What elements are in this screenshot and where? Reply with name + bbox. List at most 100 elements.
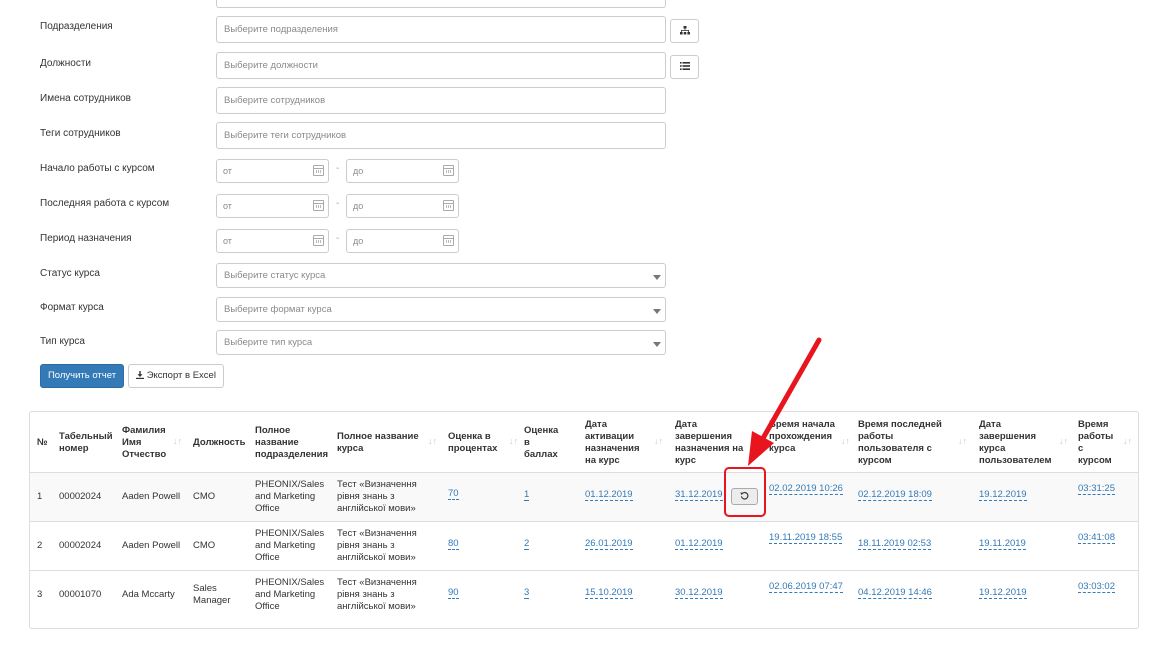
filter-label: Подразделения bbox=[40, 21, 113, 32]
course-type-select[interactable]: Выберите тип курса bbox=[216, 330, 666, 355]
report-table: № Табельный номер Фамилия Имя Отчество ↓… bbox=[29, 411, 1139, 629]
assign-end-date-link[interactable]: 01.12.2019 bbox=[675, 538, 723, 550]
points-link[interactable]: 2 bbox=[524, 538, 530, 550]
cell-num: 2 bbox=[37, 540, 43, 551]
last-work-time-link[interactable]: 02.12.2019 18:09 bbox=[858, 489, 932, 501]
filter-row-course-last: Последняя работа с курсом от - до bbox=[0, 194, 720, 224]
calendar-icon[interactable] bbox=[443, 200, 454, 211]
header-last-work-time[interactable]: Время последней работы пользователя с ку… bbox=[858, 419, 948, 467]
filter-label: Теги сотрудников bbox=[40, 128, 121, 139]
last-work-time-link[interactable]: 04.12.2019 14:46 bbox=[858, 587, 932, 599]
start-time-link[interactable]: 19.11.2019 18:55 bbox=[769, 532, 843, 544]
work-time-link[interactable]: 03:41:08 bbox=[1078, 532, 1115, 544]
cell-full-name: Ada Mccarty bbox=[122, 589, 175, 600]
date-to-input[interactable]: до bbox=[346, 229, 459, 253]
header-start-time[interactable]: Время начала прохождения курса bbox=[769, 419, 841, 455]
header-assign-end-date[interactable]: Дата завершения назначения на курс bbox=[675, 419, 747, 467]
last-work-time-link[interactable]: 18.11.2019 02:53 bbox=[858, 538, 932, 550]
cell-course: Тест «Визначення рівня знань з англійськ… bbox=[337, 479, 417, 514]
chevron-down-icon bbox=[653, 309, 661, 314]
cell-position: CMO bbox=[193, 540, 216, 551]
date-from-input[interactable]: от bbox=[216, 194, 329, 218]
filter-label: Начало работы с курсом bbox=[40, 163, 155, 174]
percent-link[interactable]: 90 bbox=[448, 587, 459, 599]
calendar-icon[interactable] bbox=[313, 235, 324, 246]
activation-date-link[interactable]: 15.10.2019 bbox=[585, 587, 633, 599]
sort-icon[interactable]: ↓↑ bbox=[173, 436, 182, 446]
filter-row-assign-period: Период назначения от - до bbox=[0, 229, 720, 259]
select-placeholder: Выберите статус курса bbox=[224, 270, 326, 281]
sort-icon[interactable]: ↓↑ bbox=[1059, 436, 1068, 446]
points-link[interactable]: 1 bbox=[524, 489, 530, 501]
filter-label: Статус курса bbox=[40, 268, 100, 279]
list-button[interactable] bbox=[670, 55, 699, 79]
export-excel-button[interactable]: Экспорт в Excel bbox=[128, 364, 224, 388]
employee-tags-input[interactable]: Выберите теги сотрудников bbox=[216, 122, 666, 149]
previous-filter-input[interactable] bbox=[216, 0, 666, 8]
cell-department: PHEONIX/Sales and Marketing Office bbox=[255, 528, 325, 563]
header-percent[interactable]: Оценка в процентах bbox=[448, 431, 508, 455]
header-work-time[interactable]: Время работы с курсом bbox=[1078, 419, 1118, 467]
points-link[interactable]: 3 bbox=[524, 587, 530, 599]
header-tab-number[interactable]: Табельный номер bbox=[59, 431, 113, 455]
sort-icon[interactable]: ↓↑ bbox=[509, 436, 518, 446]
start-time-link[interactable]: 02.06.2019 07:47 bbox=[769, 581, 843, 593]
work-time-link[interactable]: 03:31:25 bbox=[1078, 483, 1115, 495]
chevron-down-icon bbox=[653, 342, 661, 347]
date-to-input[interactable]: до bbox=[346, 194, 459, 218]
calendar-icon[interactable] bbox=[313, 165, 324, 176]
assign-end-date-link[interactable]: 30.12.2019 bbox=[675, 587, 723, 599]
cell-tab-number: 00002024 bbox=[59, 540, 102, 551]
cell-department: PHEONIX/Sales and Marketing Office bbox=[255, 479, 325, 514]
course-status-select[interactable]: Выберите статус курса bbox=[216, 263, 666, 288]
sort-icon[interactable]: ↓↑ bbox=[654, 436, 663, 446]
filter-label: Имена сотрудников bbox=[40, 93, 131, 104]
filter-label: Должности bbox=[40, 58, 92, 69]
sort-icon[interactable]: ↓↑ bbox=[428, 436, 437, 446]
sort-icon[interactable]: ↓↑ bbox=[958, 436, 967, 446]
positions-input[interactable]: Выберите должности bbox=[216, 52, 666, 79]
start-time-link[interactable]: 02.02.2019 10:26 bbox=[769, 483, 843, 495]
header-points[interactable]: Оценка в баллах bbox=[524, 425, 562, 461]
activation-date-link[interactable]: 01.12.2019 bbox=[585, 489, 633, 501]
calendar-icon[interactable] bbox=[313, 200, 324, 211]
select-placeholder: Выберите тип курса bbox=[224, 337, 313, 348]
date-to-input[interactable]: до bbox=[346, 159, 459, 183]
header-num[interactable]: № bbox=[37, 437, 48, 449]
course-end-date-link[interactable]: 19.11.2019 bbox=[979, 538, 1026, 550]
filter-label: Последняя работа с курсом bbox=[40, 198, 170, 209]
header-department[interactable]: Полное название подразделения bbox=[255, 425, 329, 461]
annotation-highlight-box bbox=[724, 467, 766, 517]
assign-end-date-link[interactable]: 31.12.2019 bbox=[675, 489, 723, 501]
header-course-end-date[interactable]: Дата завершения курса пользователем bbox=[979, 419, 1057, 467]
header-activation-date[interactable]: Дата активации назначения на курс bbox=[585, 419, 647, 467]
calendar-icon[interactable] bbox=[443, 235, 454, 246]
header-full-name[interactable]: Фамилия Имя Отчество bbox=[122, 425, 174, 461]
date-from-input[interactable]: от bbox=[216, 229, 329, 253]
header-position[interactable]: Должность bbox=[193, 437, 248, 449]
percent-link[interactable]: 70 bbox=[448, 488, 459, 500]
percent-link[interactable]: 80 bbox=[448, 538, 459, 550]
cell-course: Тест «Визначення рівня знань з англійськ… bbox=[337, 577, 417, 612]
course-format-select[interactable]: Выберите формат курса bbox=[216, 297, 666, 322]
cell-num: 1 bbox=[37, 491, 43, 502]
date-to-placeholder: до bbox=[353, 201, 364, 211]
date-from-input[interactable]: от bbox=[216, 159, 329, 183]
activation-date-link[interactable]: 26.01.2019 bbox=[585, 538, 633, 550]
course-end-date-link[interactable]: 19.12.2019 bbox=[979, 587, 1027, 599]
departments-input[interactable]: Выберите подразделения bbox=[216, 16, 666, 43]
cell-full-name: Aaden Powell bbox=[122, 540, 181, 551]
work-time-link[interactable]: 03:03:02 bbox=[1078, 581, 1115, 593]
hierarchy-button[interactable] bbox=[670, 19, 699, 43]
sort-icon[interactable]: ↓↑ bbox=[841, 436, 850, 446]
sort-icon[interactable]: ↓↑ bbox=[1123, 436, 1132, 446]
row-divider bbox=[30, 570, 1138, 571]
course-end-date-link[interactable]: 19.12.2019 bbox=[979, 489, 1027, 501]
calendar-icon[interactable] bbox=[443, 165, 454, 176]
employee-names-input[interactable]: Выберите сотрудников bbox=[216, 87, 666, 114]
get-report-button[interactable]: Получить отчет bbox=[40, 364, 124, 388]
filter-label: Формат курса bbox=[40, 302, 104, 313]
date-separator: - bbox=[336, 163, 340, 174]
header-course[interactable]: Полное название курса bbox=[337, 431, 427, 455]
date-to-placeholder: до bbox=[353, 236, 364, 246]
